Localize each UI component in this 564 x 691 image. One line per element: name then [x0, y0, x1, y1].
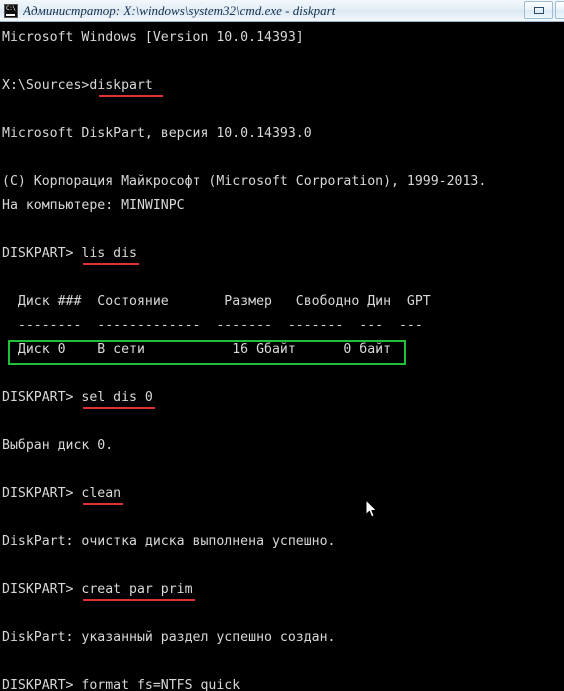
cmd-icon-glyph: C:\	[6, 4, 16, 12]
console-line: DiskPart: указанный раздел успешно созда…	[2, 630, 336, 645]
console-command-line: DISKPART> format fs=NTFS quick	[2, 678, 241, 691]
console-line: Диск ### Состояние Размер Свободно Дин G…	[2, 294, 431, 309]
window-controls	[524, 1, 564, 19]
console-command-line: X:\Sources>diskpart	[2, 78, 153, 93]
console-line: Microsoft DiskPart, версия 10.0.14393.0	[2, 126, 312, 141]
close-button[interactable]	[555, 1, 564, 19]
restore-button[interactable]	[524, 1, 553, 19]
console-line: (C) Корпорация Майкрософт (Microsoft Cor…	[2, 174, 487, 189]
cmd-window: C:\ Администратор: X:\windows\system32\c…	[0, 0, 564, 691]
command-underline-annotation	[98, 95, 163, 97]
console-line: Microsoft Windows [Version 10.0.14393]	[2, 30, 304, 45]
console-line: DiskPart: очистка диска выполнена успешн…	[2, 534, 336, 549]
console-line: Выбран диск 0.	[2, 438, 114, 453]
title-bar[interactable]: C:\ Администратор: X:\windows\system32\c…	[0, 0, 564, 22]
cmd-icon-bar	[6, 13, 15, 16]
command-underline-annotation	[82, 599, 196, 601]
window-title: Администратор: X:\windows\system32\cmd.e…	[23, 2, 336, 18]
restore-icon	[533, 6, 544, 14]
command-underline-annotation	[82, 263, 139, 265]
console-line: На компьютере: MINWINPC	[2, 198, 185, 213]
console-output-area[interactable]: Microsoft Windows [Version 10.0.14393] X:…	[0, 22, 564, 691]
command-underline-annotation	[82, 407, 155, 409]
mouse-cursor	[366, 500, 378, 518]
console-line: Диск 0 В сети 16 Gбайт 0 байт	[2, 342, 392, 357]
command-underline-annotation	[82, 503, 123, 505]
console-lines: Microsoft Windows [Version 10.0.14393] X:…	[0, 26, 564, 691]
cmd-icon[interactable]: C:\	[4, 3, 18, 18]
console-line: -------- ------------- ------- ------- -…	[2, 318, 423, 333]
